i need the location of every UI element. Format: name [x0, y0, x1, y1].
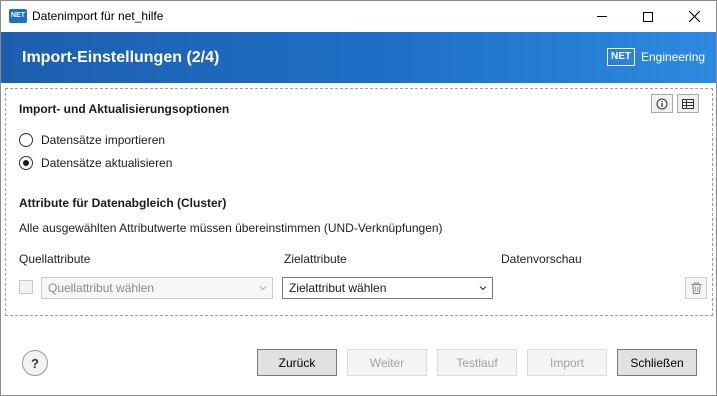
table-view-button[interactable]: [677, 94, 699, 113]
maximize-icon: [643, 11, 653, 22]
import-button[interactable]: Import: [527, 349, 607, 376]
target-column-label: Zielattribute: [284, 252, 347, 266]
cluster-row-checkbox[interactable]: [19, 280, 33, 294]
brand-logo: NET Engineering: [607, 48, 705, 66]
source-attribute-value: Quellattribut wählen: [48, 281, 155, 295]
next-button[interactable]: Weiter: [347, 349, 427, 376]
page-title: Import-Einstellungen (2/4): [22, 49, 220, 66]
radio-import-indicator[interactable]: [19, 133, 33, 147]
wizard-header: Import-Einstellungen (2/4) NET Engineeri…: [1, 32, 716, 83]
help-button[interactable]: ?: [22, 350, 48, 376]
close-icon: [688, 11, 700, 22]
options-section-title: Import- und Aktualisierungsoptionen: [19, 102, 230, 116]
delete-row-button[interactable]: [685, 277, 707, 299]
cluster-description: Alle ausgewählten Attributwerte müssen ü…: [19, 221, 443, 235]
table-icon: [682, 98, 694, 109]
chevron-down-icon: [259, 286, 267, 291]
radio-update-label: Datensätze aktualisieren: [41, 156, 173, 170]
brand-logo-text: Engineering: [641, 50, 706, 64]
preview-column-label: Datenvorschau: [501, 252, 582, 266]
testrun-button[interactable]: Testlauf: [437, 349, 517, 376]
radio-import-records[interactable]: Datensätze importieren: [19, 133, 165, 147]
info-icon: [656, 98, 668, 109]
radio-update-records[interactable]: Datensätze aktualisieren: [19, 156, 172, 170]
close-button[interactable]: Schließen: [617, 349, 697, 376]
title-bar: NET Datenimport für net_hilfe: [1, 1, 716, 32]
source-column-label: Quellattribute: [19, 252, 91, 266]
cluster-section-title: Attribute für Datenabgleich (Cluster): [19, 196, 227, 210]
maximize-button[interactable]: [625, 1, 671, 32]
minimize-button[interactable]: [579, 1, 625, 32]
brand-logo-box: NET: [607, 48, 635, 66]
minimize-icon: [597, 16, 607, 17]
close-window-button[interactable]: [671, 1, 717, 32]
trash-icon: [691, 282, 701, 294]
target-attribute-select[interactable]: Zielattribut wählen: [282, 277, 493, 299]
window-title: Datenimport für net_hilfe: [32, 9, 164, 23]
source-attribute-select[interactable]: Quellattribut wählen: [41, 277, 273, 299]
chevron-down-icon: [479, 286, 487, 291]
radio-import-label: Datensätze importieren: [41, 133, 166, 147]
radio-update-indicator[interactable]: [19, 156, 33, 170]
back-button[interactable]: Zurück: [257, 349, 337, 376]
app-icon: NET: [9, 9, 27, 23]
info-button[interactable]: [651, 94, 673, 113]
settings-panel: Import- und Aktualisierungsoptionen Date…: [5, 88, 713, 316]
import-dialog-window: NET Datenimport für net_hilfe Import-Ein…: [0, 0, 717, 396]
target-attribute-value: Zielattribut wählen: [289, 281, 387, 295]
